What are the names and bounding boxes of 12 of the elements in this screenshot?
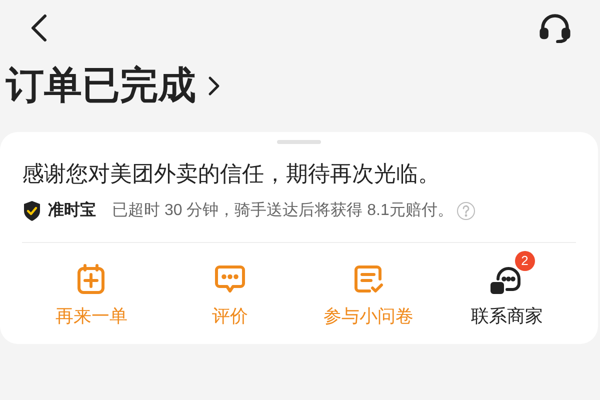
chevron-right-icon (208, 75, 220, 97)
thanks-message: 感谢您对美团外卖的信任，期待再次光临。 (22, 160, 441, 188)
unread-badge: 2 (514, 251, 535, 271)
shield-check-icon (22, 200, 42, 222)
guarantee-text: 已超时 30 分钟，骑手送达后将获得 8.1元赔付。 (112, 200, 454, 221)
action-button[interactable]: 评价 (160, 249, 299, 330)
action-button[interactable]: 参与小问卷 (299, 249, 438, 330)
guarantee-label: 准时宝 (48, 200, 96, 221)
headset-icon (538, 13, 572, 43)
order-status-link[interactable]: 订单已完成 (0, 58, 600, 114)
action-button[interactable]: 2 联系商家 (438, 249, 576, 330)
action-button[interactable]: 再来一单 (22, 249, 160, 330)
